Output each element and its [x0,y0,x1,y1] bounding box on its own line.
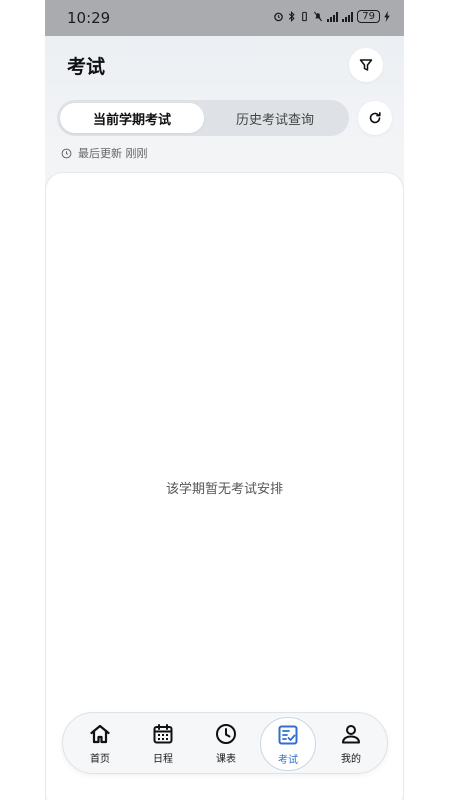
nav-item-schedule[interactable]: 日程 [135,719,191,769]
empty-state-message: 该学期暂无考试安排 [165,482,283,497]
battery-indicator: 79 [357,10,380,23]
exam-tab-switcher: 当前学期考试 历史考试查询 [57,100,349,136]
mute-icon [314,11,323,22]
calendar-icon [153,724,173,744]
tab-history[interactable]: 历史考试查询 [204,103,346,133]
nav-item-profile[interactable]: 我的 [323,719,379,769]
nav-label-home: 首页 [90,754,110,765]
clock-small-icon [61,148,72,158]
charging-icon [384,11,390,22]
refresh-button[interactable] [358,101,392,135]
status-time: 10:29 [67,9,111,27]
bluetooth-icon [289,11,295,22]
nav-item-timetable[interactable]: 课表 [198,719,254,769]
nav-label-schedule: 日程 [153,754,173,765]
signal-icon-2 [342,11,354,22]
home-icon [90,724,110,744]
last-updated-text: 最后更新 刚刚 [78,147,148,160]
nav-item-exam[interactable]: 考试 [260,717,316,771]
tab-current-term[interactable]: 当前学期考试 [60,103,204,133]
app-screen: 10:29 79 考试 当前学期考试 历史考试查询 最后更新 刚刚 该学期暂无考… [45,0,404,800]
page-title: 考试 [67,56,106,78]
last-updated: 最后更新 刚刚 [61,145,148,161]
status-bar: 10:29 79 [45,0,404,36]
nav-label-profile: 我的 [341,754,361,765]
status-icons: 79 [273,10,390,23]
vibrate-icon [302,11,308,22]
exam-icon [278,725,298,745]
filter-button[interactable] [349,48,383,82]
bottom-nav: 首页 日程 课表 考试 我的 [62,712,388,774]
nav-label-timetable: 课表 [216,754,236,765]
filter-icon [359,59,373,71]
signal-icon [327,11,339,22]
nav-label-exam: 考试 [278,755,298,766]
alarm-icon [274,12,284,22]
nav-item-home[interactable]: 首页 [72,719,128,769]
refresh-icon [369,112,381,124]
person-icon [342,725,360,744]
clock-icon [216,724,236,744]
